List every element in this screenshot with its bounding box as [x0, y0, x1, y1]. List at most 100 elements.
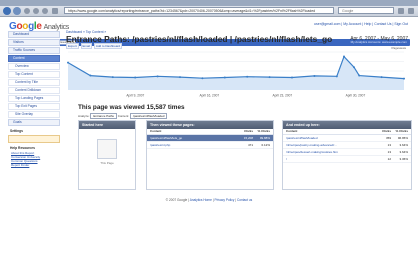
- analyze-label: Analyze:: [78, 114, 90, 118]
- then-viewed-title: Then viewed these pages:: [147, 121, 273, 129]
- settings-box: [8, 135, 60, 143]
- row-label[interactable]: /nl/recipes/pastry-making-advanced/...: [286, 143, 337, 147]
- help-link-finder[interactable]: Report Finder: [8, 163, 60, 167]
- footer-copyright: © 2007 Google |: [165, 198, 189, 202]
- table-row[interactable]: /pastries/nl.php 471 0.12%: [147, 142, 273, 149]
- chart-point: [156, 75, 159, 78]
- this-page-caption: This Page: [100, 161, 114, 165]
- row-pct: 96.95%: [397, 136, 408, 140]
- started-here-panel: Started here This Page: [78, 120, 136, 190]
- footer-link-privacy[interactable]: Privacy Policy: [214, 198, 234, 202]
- row-pct: 99.88%: [259, 136, 270, 140]
- table-row[interactable]: /nl/recipes/pastry-making-advanced/... 1…: [283, 142, 411, 149]
- chart-point: [67, 61, 69, 64]
- chart-point: [111, 76, 114, 79]
- table-row[interactable]: /pastries/nl/flash/loaded 359 96.95%: [283, 135, 411, 142]
- table-row[interactable]: / 12 3.36%: [283, 156, 411, 163]
- address-bar[interactable]: https://www.google.com/analytics/reporti…: [64, 7, 334, 14]
- sidebar-item[interactable]: Dashboard: [8, 31, 60, 38]
- chart-xlabels: April 9, 2007 April 16, 2007 April 23, 200…: [126, 94, 365, 98]
- sidebar-item[interactable]: Content by Title: [8, 79, 60, 86]
- x-tick-label: April 23, 2007: [273, 94, 293, 98]
- then-viewed-panel: Then viewed these pages: Content Clicks …: [146, 120, 274, 190]
- sidebar-item[interactable]: Site Overlay: [8, 111, 60, 118]
- chart-point: [201, 77, 204, 80]
- search-go-icon[interactable]: [398, 8, 404, 14]
- col-pct[interactable]: % Clicks: [396, 129, 408, 134]
- row-clicks: 359: [385, 136, 391, 140]
- page-views-summary: This page was viewed 15,587 times: [78, 104, 185, 111]
- chart-point: [343, 55, 345, 58]
- row-clicks: 13: [387, 143, 391, 147]
- account-links[interactable]: user@gmail.com | My Account | Help | Con…: [314, 22, 408, 26]
- forward-icon[interactable]: [13, 7, 21, 15]
- col-content: Content: [150, 129, 162, 133]
- chart-point: [246, 75, 249, 78]
- menu-icon[interactable]: [408, 8, 414, 14]
- table-row[interactable]: /pastries/nl/flash/lets_go 15,208 99.88%: [147, 135, 273, 142]
- browser-toolbar: https://www.google.com/analytics/reporti…: [0, 6, 418, 17]
- x-tick-label: April 30, 2007: [346, 94, 366, 98]
- footer-link-home[interactable]: Analytics Home: [190, 198, 212, 202]
- address-bar-text: https://www.google.com/analytics/reporti…: [68, 9, 316, 13]
- settings-heading: Settings: [10, 129, 24, 133]
- analyze-select[interactable]: Entrance Paths: [90, 113, 117, 119]
- col-content: Content: [286, 129, 298, 133]
- sidebar-item[interactable]: Top Content: [8, 71, 60, 78]
- col-pct[interactable]: % Clicks: [258, 129, 270, 134]
- row-label[interactable]: /: [286, 157, 287, 161]
- sidebar-item[interactable]: Top Landing Pages: [8, 95, 60, 102]
- row-pct: 3.64%: [399, 143, 408, 147]
- sidebar: Dashboard Visitors Traffic Sources Content O…: [8, 31, 60, 206]
- row-label[interactable]: /nl/recipes/dessert-making/cookies.htm: [286, 150, 338, 154]
- row-clicks: 12: [387, 157, 391, 161]
- sidebar-item[interactable]: Content: [8, 55, 60, 62]
- chart-point: [403, 77, 405, 80]
- ended-up-title: And ended up here:: [283, 121, 411, 129]
- page-footer: © 2007 Google | Analytics Home | Privacy…: [165, 198, 253, 202]
- x-tick-label: April 16, 2007: [199, 94, 219, 98]
- analyze-controls: Analyze: Entrance Paths Content: /pastri…: [78, 113, 168, 119]
- ended-up-panel: And ended up here: Content Clicks % Clic…: [282, 120, 412, 190]
- content-select[interactable]: /pastries/nl/flash/loaded: [129, 113, 168, 119]
- row-clicks: 471: [247, 143, 253, 147]
- sidebar-item[interactable]: Overview: [8, 63, 60, 70]
- chart-point: [335, 75, 338, 78]
- chart-point: [268, 76, 271, 79]
- row-label[interactable]: /pastries/nl.php: [150, 143, 170, 147]
- footer-link-contact[interactable]: Contact us: [237, 198, 252, 202]
- reload-icon[interactable]: [24, 8, 30, 14]
- row-label[interactable]: /pastries/nl/flash/loaded: [286, 136, 318, 140]
- date-range-picker[interactable]: Apr 6, 2007 - May 6, 2007: [350, 36, 408, 42]
- sidebar-item[interactable]: Content Drilldown: [8, 87, 60, 94]
- row-pct: 3.64%: [399, 150, 408, 154]
- chart-point: [134, 76, 137, 79]
- sidebar-item[interactable]: Traffic Sources: [8, 47, 60, 54]
- col-clicks[interactable]: Clicks: [244, 129, 253, 134]
- table-row[interactable]: /nl/recipes/dessert-making/cookies.htm 1…: [283, 149, 411, 156]
- chart-point: [291, 76, 293, 79]
- browser-search-input[interactable]: Google: [338, 7, 394, 14]
- chart-point: [380, 76, 383, 79]
- row-label[interactable]: /pastries/nl/flash/lets_go: [150, 136, 182, 140]
- back-icon[interactable]: [3, 7, 11, 15]
- row-pct: 3.36%: [399, 157, 408, 161]
- col-clicks[interactable]: Clicks: [382, 129, 391, 134]
- row-clicks: 15,208: [243, 136, 253, 140]
- chart-point: [353, 66, 355, 69]
- home-icon[interactable]: [42, 8, 48, 14]
- row-pct: 0.12%: [261, 143, 270, 147]
- bookmark-icon[interactable]: [52, 8, 58, 14]
- content-label: Content:: [117, 114, 130, 118]
- chart-point: [313, 74, 316, 77]
- row-clicks: 13: [387, 150, 391, 154]
- sidebar-item[interactable]: Goals: [8, 119, 60, 126]
- chart-point: [358, 74, 361, 77]
- stop-icon[interactable]: [33, 8, 39, 14]
- x-tick-label: April 9, 2007: [126, 94, 144, 98]
- chart-point: [223, 76, 226, 79]
- sidebar-item[interactable]: Visitors: [8, 39, 60, 46]
- sidebar-item[interactable]: Top Exit Pages: [8, 103, 60, 110]
- chart-point: [89, 74, 92, 77]
- started-here-title: Started here: [79, 121, 135, 129]
